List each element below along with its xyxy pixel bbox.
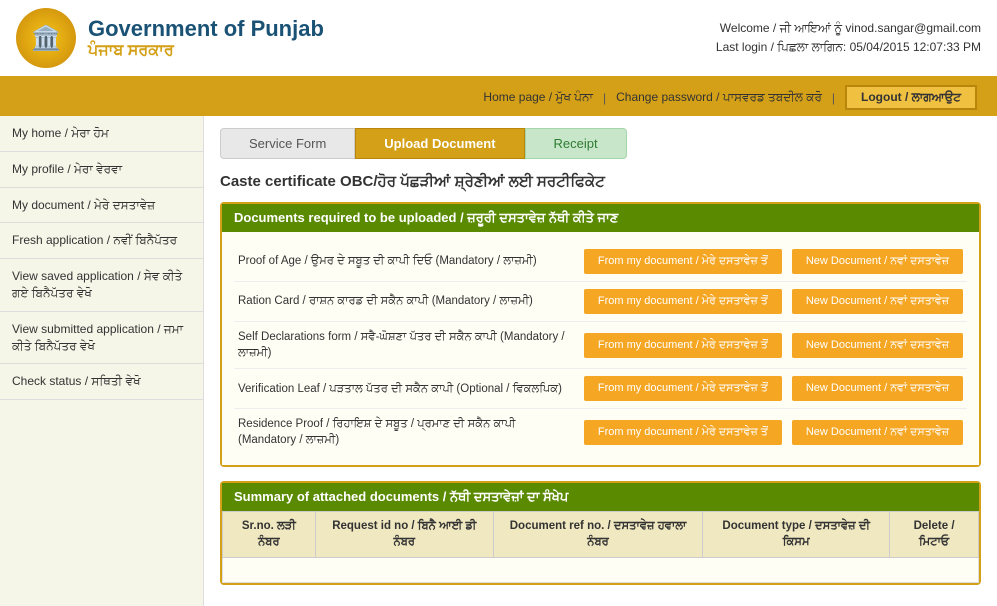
header-title: Government of Punjab ਪੰਜਾਬ ਸਰਕਾਰ	[88, 16, 324, 60]
header: 🏛️ Government of Punjab ਪੰਜਾਬ ਸਰਕਾਰ Welc…	[0, 0, 997, 79]
doc-new-doc-ration[interactable]: New Document / ਨਵਾਂ ਦਸਤਾਵੇਜ਼	[792, 289, 963, 314]
home-link[interactable]: Home page / ਮੁੱਖ ਪੰਨਾ	[483, 90, 593, 105]
summary-section: Summary of attached documents / ਨੱਥੀ ਦਸਤ…	[220, 481, 981, 584]
sidebar: My home / ਮੇਰਾ ਹੋਮ My profile / ਮੇਰਾ ਵੇਰ…	[0, 116, 204, 606]
change-password-link[interactable]: Change password / ਪਾਸਵਰਡ ਤਬਦੀਲ ਕਰੋ	[616, 90, 822, 105]
emblem-icon: 🏛️	[16, 8, 76, 68]
header-left: 🏛️ Government of Punjab ਪੰਜਾਬ ਸਰਕਾਰ	[16, 8, 324, 68]
summary-table: Sr.no. ਲੜੀ ਨੰਬਰ Request id no / ਬਿਨੈ ਆਈ …	[222, 511, 979, 582]
col-doc-ref: Document ref no. / ਦਸਤਾਵੇਜ਼ ਹਵਾਲਾ ਨੰਬਰ	[493, 512, 702, 557]
doc-from-my-doc-age[interactable]: From my document / ਮੇਰੇ ਦਸਤਾਵੇਜ਼ ਤੋਂ	[584, 249, 782, 274]
empty-row-cell	[223, 557, 979, 582]
upload-section-header: Documents required to be uploaded / ਜ਼ਰੂ…	[222, 204, 979, 232]
step-service-form[interactable]: Service Form	[220, 128, 355, 159]
doc-label-ration-card: Ration Card / ਰਾਸ਼ਨ ਕਾਰਡ ਦੀ ਸਕੈਨ ਕਾਪੀ (M…	[238, 293, 574, 309]
doc-row-residence-proof: Residence Proof / ਰਿਹਾਇਸ਼ ਦੇ ਸਬੂਤ / ਪ੍ਰਮ…	[234, 409, 967, 455]
sidebar-item-document[interactable]: My document / ਮੇਰੇ ਦਸਤਾਵੇਜ਼	[0, 188, 203, 224]
doc-new-doc-age[interactable]: New Document / ਨਵਾਂ ਦਸਤਾਵੇਜ਼	[792, 249, 963, 274]
doc-row-verification-leaf: Verification Leaf / ਪੜਤਾਲ ਪੱਤਰ ਦੀ ਸਕੈਨ ਕ…	[234, 369, 967, 409]
last-login: Last login / ਪਿਛਲਾ ਲਾਗਿਨ: 05/04/2015 12:…	[716, 40, 981, 55]
main-layout: My home / ਮੇਰਾ ਹੋਮ My profile / ਮੇਰਾ ਵੇਰ…	[0, 116, 997, 606]
navbar: Home page / ਮੁੱਖ ਪੰਨਾ | Change password …	[0, 79, 997, 116]
user-email: vinod.sangar@gmail.com	[845, 21, 981, 35]
upload-section-body: Proof of Age / ਉਮਰ ਦੇ ਸਬੂਤ ਦੀ ਕਾਪੀ ਦਿਓ (…	[222, 232, 979, 465]
sidebar-item-check-status[interactable]: Check status / ਸਥਿਤੀ ਵੇਖੋ	[0, 364, 203, 400]
doc-row-age-proof: Proof of Age / ਉਮਰ ਦੇ ਸਬੂਤ ਦੀ ਕਾਪੀ ਦਿਓ (…	[234, 242, 967, 282]
doc-label-self-declaration: Self Declarations form / ਸਵੈ-ਘੋਸ਼ਣਾ ਪੱਤਰ…	[238, 329, 574, 361]
steps-bar: Service Form Upload Document Receipt	[220, 128, 981, 159]
last-login-time: 05/04/2015 12:07:33 PM	[850, 40, 981, 54]
sidebar-item-view-saved[interactable]: View saved application / ਸੇਵ ਕੀਤੇ ਗਏ ਬਿਨ…	[0, 259, 203, 312]
doc-row-ration-card: Ration Card / ਰਾਸ਼ਨ ਕਾਰਡ ਦੀ ਸਕੈਨ ਕਾਪੀ (M…	[234, 282, 967, 322]
table-row-empty	[223, 557, 979, 582]
nav-separator-2: |	[832, 91, 835, 105]
doc-from-my-doc-residence[interactable]: From my document / ਮੇਰੇ ਦਸਤਾਵੇਜ਼ ਤੋਂ	[584, 420, 782, 445]
step-upload-document[interactable]: Upload Document	[355, 128, 524, 159]
sidebar-item-view-submitted[interactable]: View submitted application / ਜਮਾ ਕੀਤੇ ਬਿ…	[0, 312, 203, 365]
doc-from-my-doc-self[interactable]: From my document / ਮੇਰੇ ਦਸਤਾਵੇਜ਼ ਤੋਂ	[584, 333, 782, 358]
logout-button[interactable]: Logout / ਲਾਗਆਉਟ	[845, 85, 977, 110]
doc-label-verification-leaf: Verification Leaf / ਪੜਤਾਲ ਪੱਤਰ ਦੀ ਸਕੈਨ ਕ…	[238, 381, 574, 397]
doc-from-my-doc-verification[interactable]: From my document / ਮੇਰੇ ਦਸਤਾਵੇਜ਼ ਤੋਂ	[584, 376, 782, 401]
gov-subtitle: ਪੰਜਾਬ ਸਰਕਾਰ	[88, 42, 324, 60]
header-right: Welcome / ਜੀ ਆਇਆਂ ਨੂੰ vinod.sangar@gmail…	[716, 21, 981, 55]
col-doc-type: Document type / ਦਸਤਾਵੇਜ਼ ਦੀ ਕਿਸਮ	[703, 512, 890, 557]
page-title: Caste certificate OBC/ਹੋਰ ਪੱਛੜੀਆਂ ਸ਼੍ਰੇਣ…	[220, 173, 981, 190]
step-receipt[interactable]: Receipt	[525, 128, 627, 159]
welcome-label: Welcome / ਜੀ ਆਇਆਂ ਨੂੰ	[720, 21, 842, 35]
sidebar-item-profile[interactable]: My profile / ਮੇਰਾ ਵੇਰਵਾ	[0, 152, 203, 188]
welcome-text: Welcome / ਜੀ ਆਇਆਂ ਨੂੰ vinod.sangar@gmail…	[716, 21, 981, 36]
content-area: Service Form Upload Document Receipt Cas…	[204, 116, 997, 606]
col-sr-no: Sr.no. ਲੜੀ ਨੰਬਰ	[223, 512, 316, 557]
doc-label-age-proof: Proof of Age / ਉਮਰ ਦੇ ਸਬੂਤ ਦੀ ਕਾਪੀ ਦਿਓ (…	[238, 253, 574, 269]
doc-row-self-declaration: Self Declarations form / ਸਵੈ-ਘੋਸ਼ਣਾ ਪੱਤਰ…	[234, 322, 967, 369]
last-login-label: Last login / ਪਿਛਲਾ ਲਾਗਿਨ:	[716, 40, 846, 54]
summary-section-header: Summary of attached documents / ਨੱਥੀ ਦਸਤ…	[222, 483, 979, 511]
doc-new-doc-self[interactable]: New Document / ਨਵਾਂ ਦਸਤਾਵੇਜ਼	[792, 333, 963, 358]
doc-from-my-doc-ration[interactable]: From my document / ਮੇਰੇ ਦਸਤਾਵੇਜ਼ ਤੋਂ	[584, 289, 782, 314]
sidebar-item-fresh-application[interactable]: Fresh application / ਨਵੀਂ ਬਿਨੈਪੱਤਰ	[0, 223, 203, 259]
col-request-id: Request id no / ਬਿਨੈ ਆਈ ਡੀ ਨੰਬਰ	[315, 512, 493, 557]
nav-separator-1: |	[603, 91, 606, 105]
sidebar-item-home[interactable]: My home / ਮੇਰਾ ਹੋਮ	[0, 116, 203, 152]
gov-title: Government of Punjab	[88, 16, 324, 42]
doc-label-residence-proof: Residence Proof / ਰਿਹਾਇਸ਼ ਦੇ ਸਬੂਤ / ਪ੍ਰਮ…	[238, 416, 574, 448]
doc-new-doc-verification[interactable]: New Document / ਨਵਾਂ ਦਸਤਾਵੇਜ਼	[792, 376, 963, 401]
col-delete: Delete / ਮਿਟਾਓ	[890, 512, 979, 557]
upload-section: Documents required to be uploaded / ਜ਼ਰੂ…	[220, 202, 981, 467]
doc-new-doc-residence[interactable]: New Document / ਨਵਾਂ ਦਸਤਾਵੇਜ਼	[792, 420, 963, 445]
